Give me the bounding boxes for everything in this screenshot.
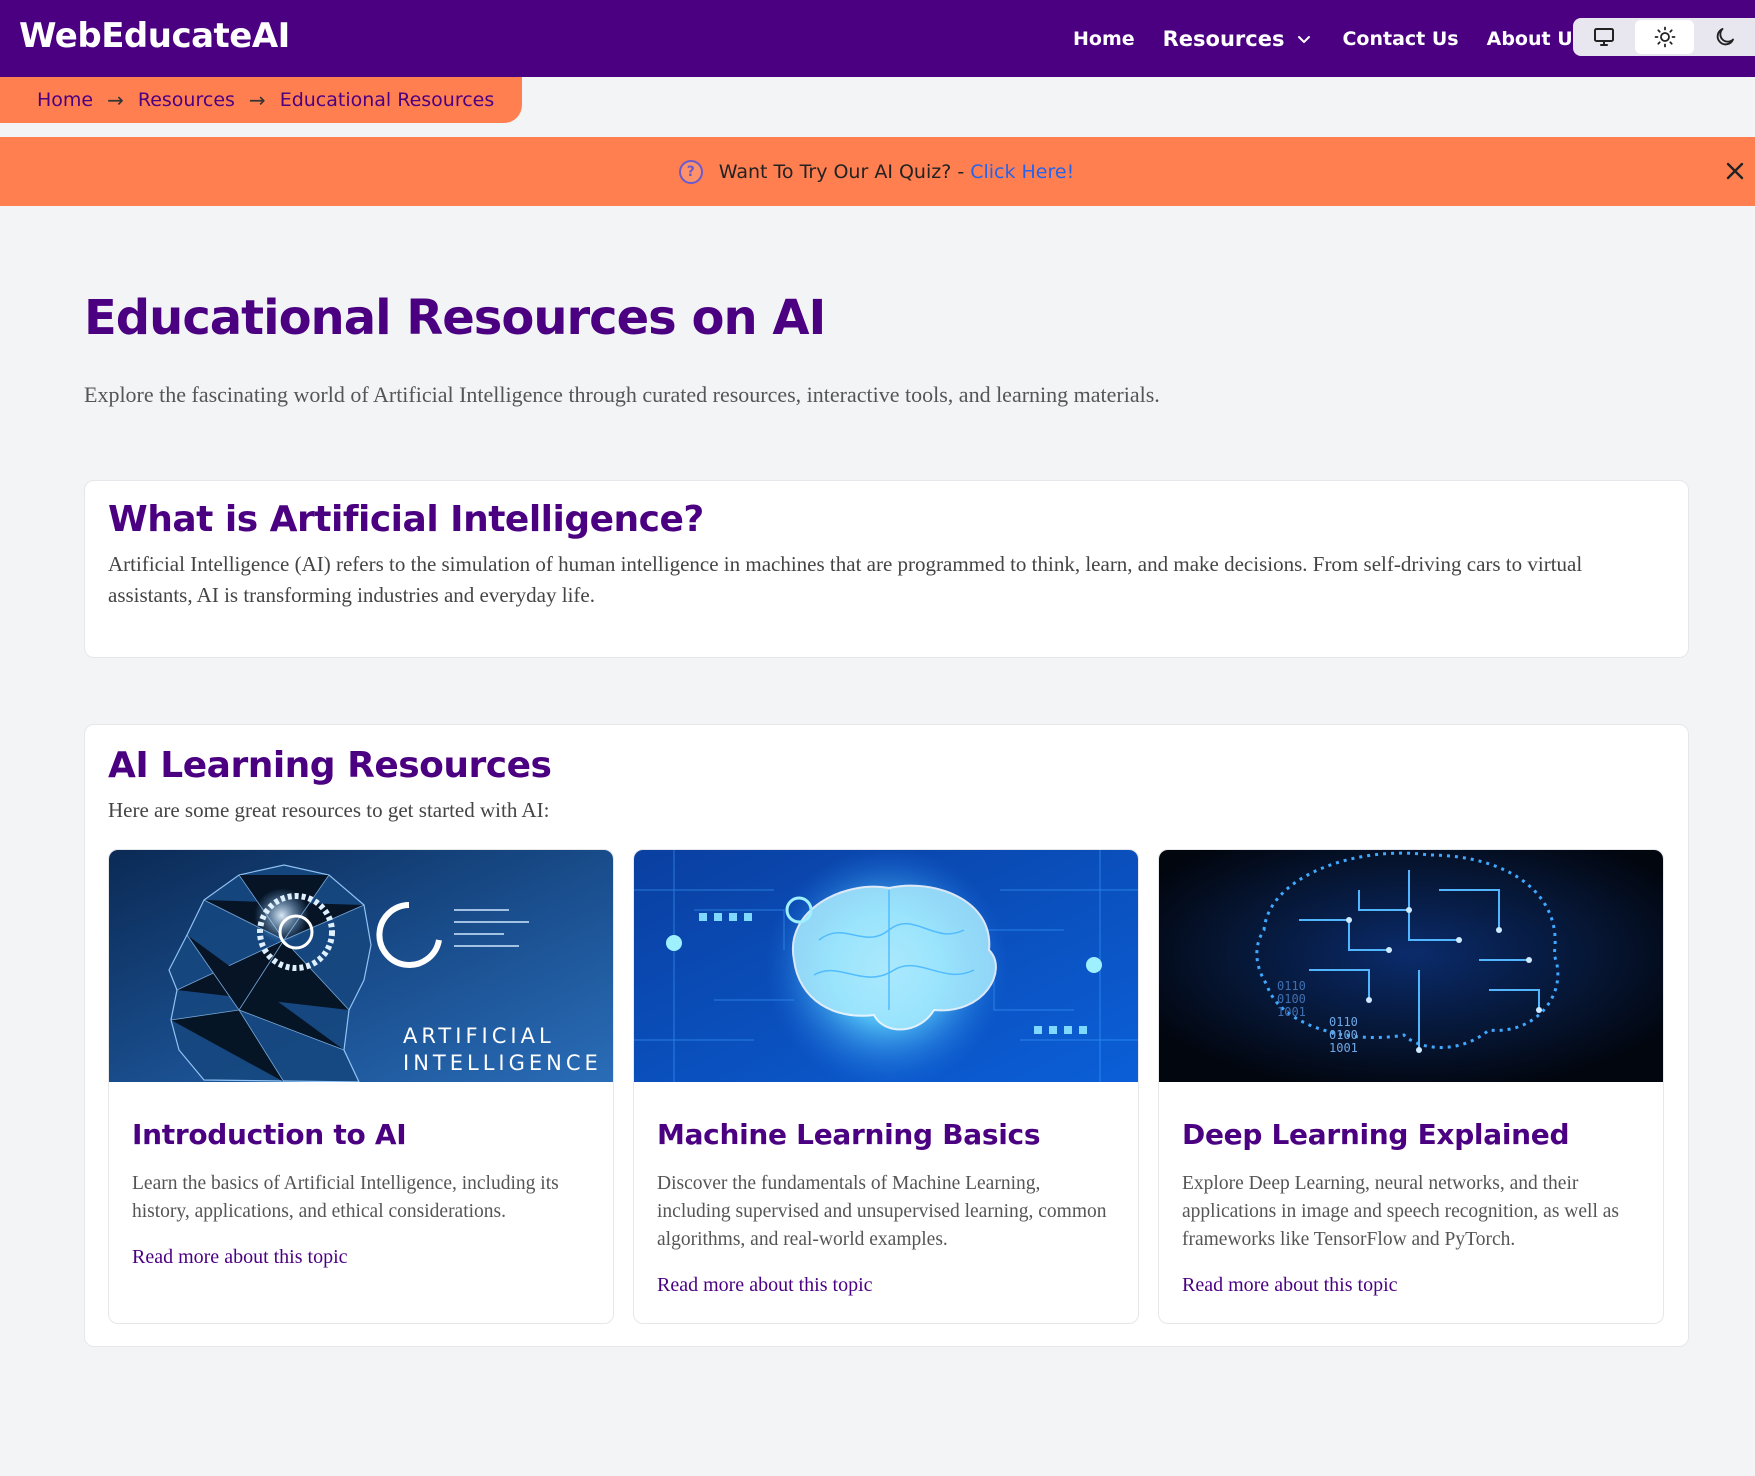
section-title: AI Learning Resources xyxy=(108,745,552,786)
card-title: Deep Learning Explained xyxy=(1182,1118,1570,1151)
top-navbar: WebEducateAI Home Resources Contact Us A… xyxy=(0,0,1755,77)
binary-text: 0110 xyxy=(1277,979,1306,993)
page-title: Educational Resources on AI xyxy=(84,290,826,346)
card-title: Introduction to AI xyxy=(132,1118,407,1151)
breadcrumb-resources[interactable]: Resources xyxy=(138,89,235,111)
sun-icon xyxy=(1654,26,1675,48)
moon-icon xyxy=(1716,28,1735,46)
theme-light-button[interactable] xyxy=(1634,20,1695,54)
binary-text: 0110 xyxy=(1329,1015,1358,1029)
card-description: Discover the fundamentals of Machine Lea… xyxy=(657,1173,1107,1250)
breadcrumb-home[interactable]: Home xyxy=(37,89,93,111)
chevron-down-icon xyxy=(1298,35,1311,43)
section-title: What is Artificial Intelligence? xyxy=(108,499,704,540)
card-title: Machine Learning Basics xyxy=(657,1118,1041,1151)
image-caption-line-2: INTELLIGENCE xyxy=(403,1051,602,1075)
nav-resources-dropdown[interactable]: Resources xyxy=(1163,27,1313,51)
nav-contact-link[interactable]: Contact Us xyxy=(1342,28,1458,50)
card-read-more-link[interactable]: Read more about this topic xyxy=(132,1246,348,1269)
quiz-banner: ? Want To Try Our AI Quiz? - Click Here! xyxy=(0,137,1755,206)
binary-text: 0100 xyxy=(1329,1028,1358,1042)
brand-logo[interactable]: WebEducateAI xyxy=(19,16,290,56)
main-nav: Home Resources Contact Us About Us xyxy=(1073,0,1584,77)
image-caption-line-1: ARTIFICIAL xyxy=(403,1024,555,1048)
breadcrumb-separator: → xyxy=(248,88,266,112)
banner-quiz-link[interactable]: Click Here! xyxy=(970,161,1074,183)
breadcrumb-separator: → xyxy=(107,88,124,112)
resource-card: ARTIFICIAL INTELLIGENCE Introduction to … xyxy=(108,849,614,1324)
binary-text: 0100 xyxy=(1277,992,1306,1006)
resource-card: Machine Learning Basics Discover the fun… xyxy=(633,849,1139,1324)
banner-close-button[interactable] xyxy=(1721,157,1749,185)
breadcrumb-current: Educational Resources xyxy=(279,89,495,111)
breadcrumb: Home → Resources → Educational Resources xyxy=(0,77,522,123)
card-read-more-link[interactable]: Read more about this topic xyxy=(657,1274,873,1297)
theme-switcher xyxy=(1573,18,1755,56)
binary-text: 1001 xyxy=(1277,1005,1306,1019)
nav-resources-label: Resources xyxy=(1162,26,1285,51)
binary-text: 1001 xyxy=(1329,1041,1358,1055)
theme-dark-button[interactable] xyxy=(1695,20,1755,54)
nav-home-link[interactable]: Home xyxy=(1073,28,1135,50)
nav-about-link[interactable]: About Us xyxy=(1487,28,1584,50)
circuit-brain-image: 0110 0100 1001 0110 0100 1001 xyxy=(1159,850,1663,1082)
what-is-ai-section: What is Artificial Intelligence? Artific… xyxy=(84,480,1689,658)
section-intro: Here are some great resources to get sta… xyxy=(108,798,550,822)
page-subtitle: Explore the fascinating world of Artific… xyxy=(84,382,1160,407)
ai-head-image: ARTIFICIAL INTELLIGENCE xyxy=(109,850,613,1082)
section-body: Artificial Intelligence (AI) refers to t… xyxy=(108,552,1583,607)
card-read-more-link[interactable]: Read more about this topic xyxy=(1182,1274,1398,1297)
card-description: Learn the basics of Artificial Intellige… xyxy=(132,1173,559,1222)
ai-learning-resources-section: AI Learning Resources Here are some grea… xyxy=(84,724,1689,1347)
monitor-icon xyxy=(1593,28,1614,46)
theme-system-button[interactable] xyxy=(1574,20,1634,54)
close-icon xyxy=(1726,162,1744,180)
banner-text: Want To Try Our AI Quiz? - xyxy=(718,160,965,183)
glowing-brain-image xyxy=(634,850,1138,1082)
question-circle-icon: ? xyxy=(678,159,703,184)
resource-card: 0110 0100 1001 0110 0100 1001 Deep Learn… xyxy=(1158,849,1664,1324)
card-description: Explore Deep Learning, neural networks, … xyxy=(1182,1173,1619,1250)
